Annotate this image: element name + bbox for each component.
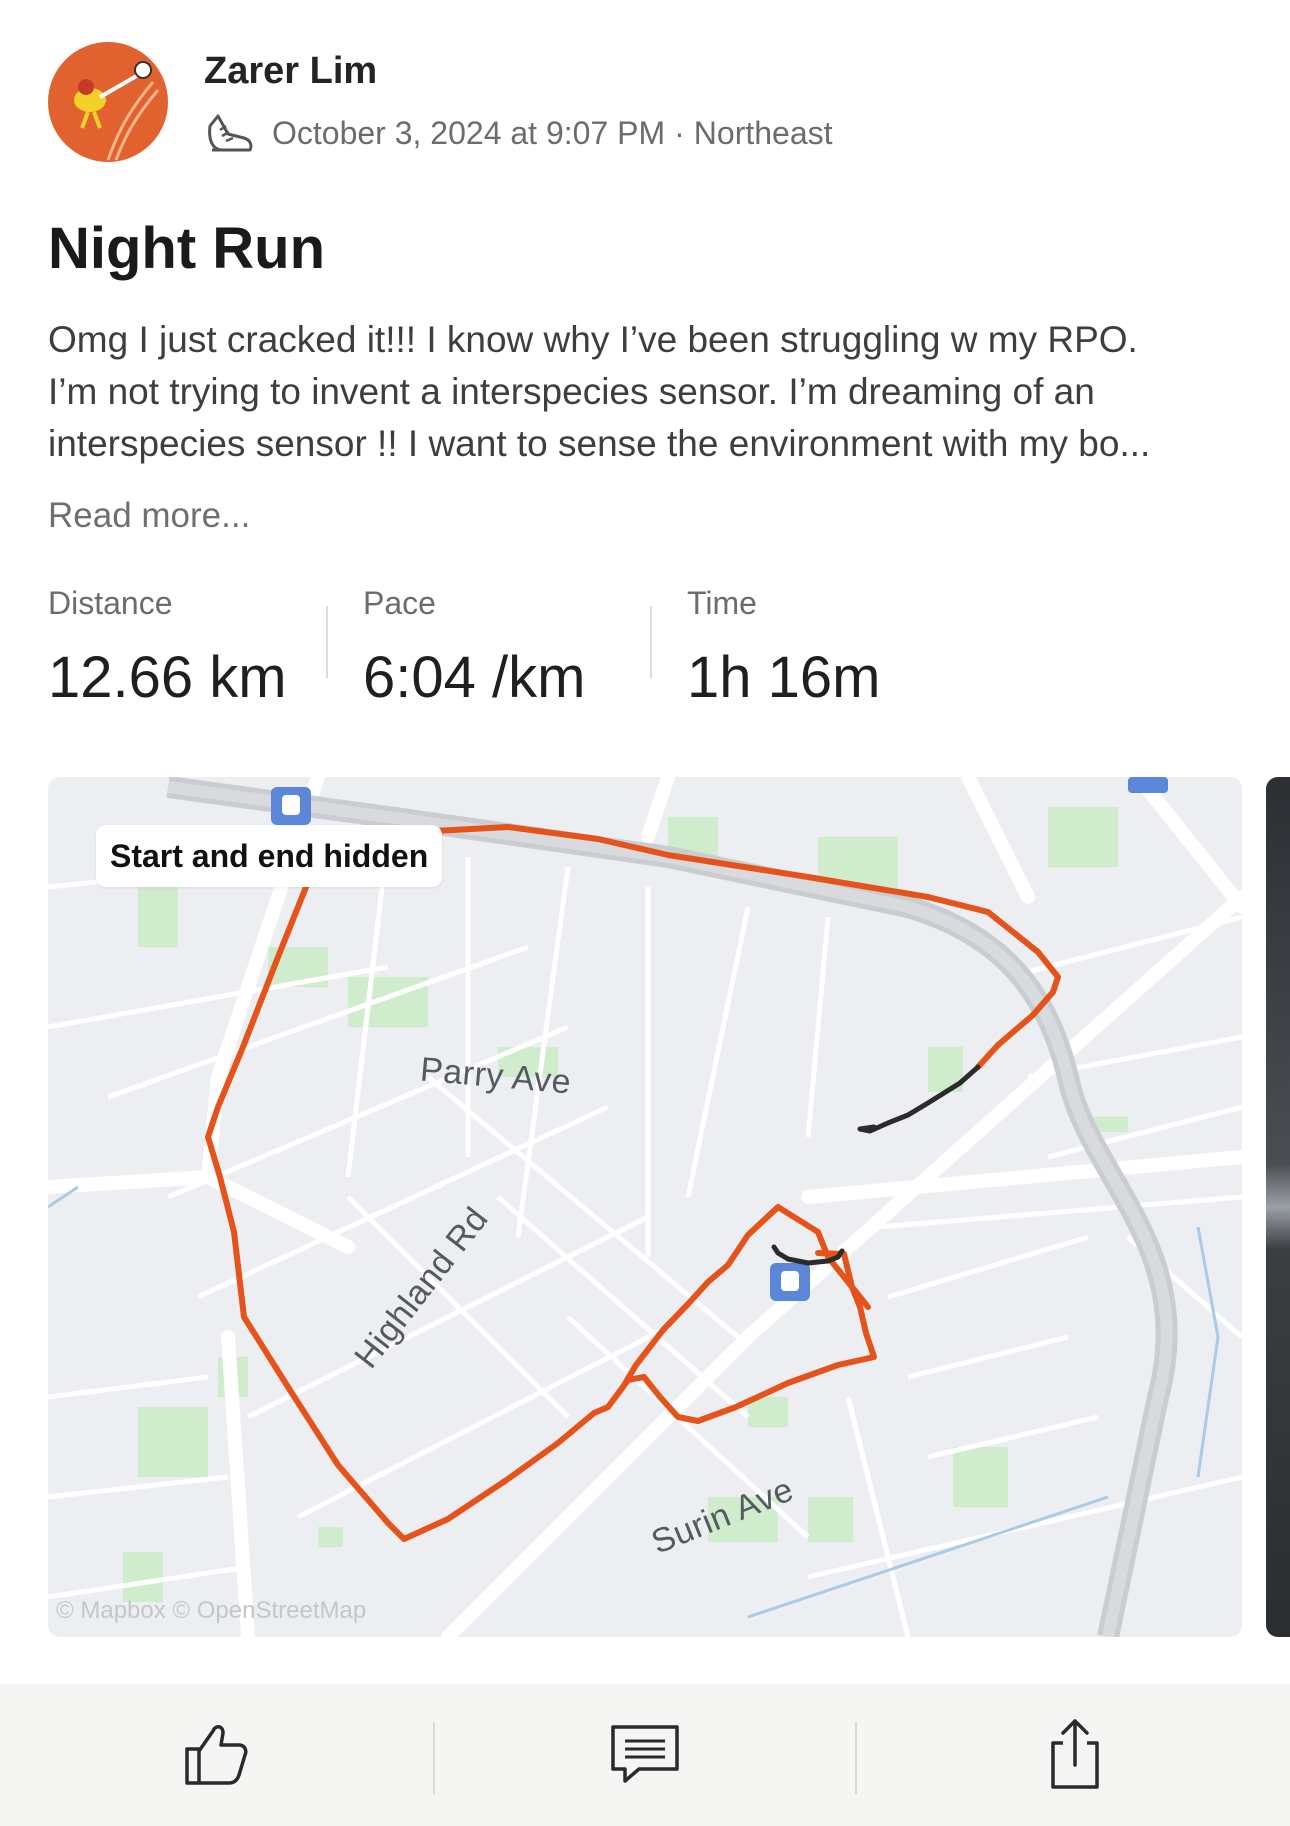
stat-time-label: Time [687,585,757,621]
stat-divider [326,606,328,678]
action-bar [0,1684,1290,1826]
comment-button[interactable] [430,1684,860,1826]
activity-meta: October 3, 2024 at 9:07 PM · Northeast [204,108,833,158]
thumbs-up-icon [179,1717,251,1794]
activity-title[interactable]: Night Run [48,215,325,282]
activity-date: October 3, 2024 at 9:07 PM [272,114,666,151]
next-media-thumbnail[interactable] [1266,777,1290,1637]
avatar[interactable] [48,42,168,162]
route-map[interactable]: Start and end hidden Parry Ave Highland … [48,777,1242,1637]
kudos-button[interactable] [0,1684,430,1826]
stat-pace: Pace 6:04 /km [363,585,585,711]
share-icon [1039,1717,1111,1794]
map-attribution: © Mapbox © OpenStreetMap [56,1597,367,1624]
stat-distance-value: 12.66 km [48,645,287,710]
stat-time: Time 1h 16m [687,585,880,711]
running-shoe-icon [204,108,256,158]
read-more-link[interactable]: Read more... [48,496,250,536]
comment-icon [609,1717,681,1794]
start-end-hidden-badge: Start and end hidden [96,825,443,887]
stat-pace-label: Pace [363,585,436,621]
stat-time-value: 1h 16m [687,645,881,710]
stat-pace-value: 6:04 /km [363,645,586,710]
stat-divider [650,606,652,678]
map-minor-streets [48,836,1242,1637]
meta-separator: · [674,114,685,151]
share-button[interactable] [860,1684,1290,1826]
author-name[interactable]: Zarer Lim [204,50,377,93]
stat-distance: Distance 12.66 km [48,585,287,711]
activity-location: Northeast [693,114,833,151]
map-canvas [48,777,1242,1637]
activity-description: Omg I just cracked it!!! I know why I’ve… [48,319,1151,464]
stat-distance-label: Distance [48,585,173,621]
action-divider [855,1722,857,1794]
